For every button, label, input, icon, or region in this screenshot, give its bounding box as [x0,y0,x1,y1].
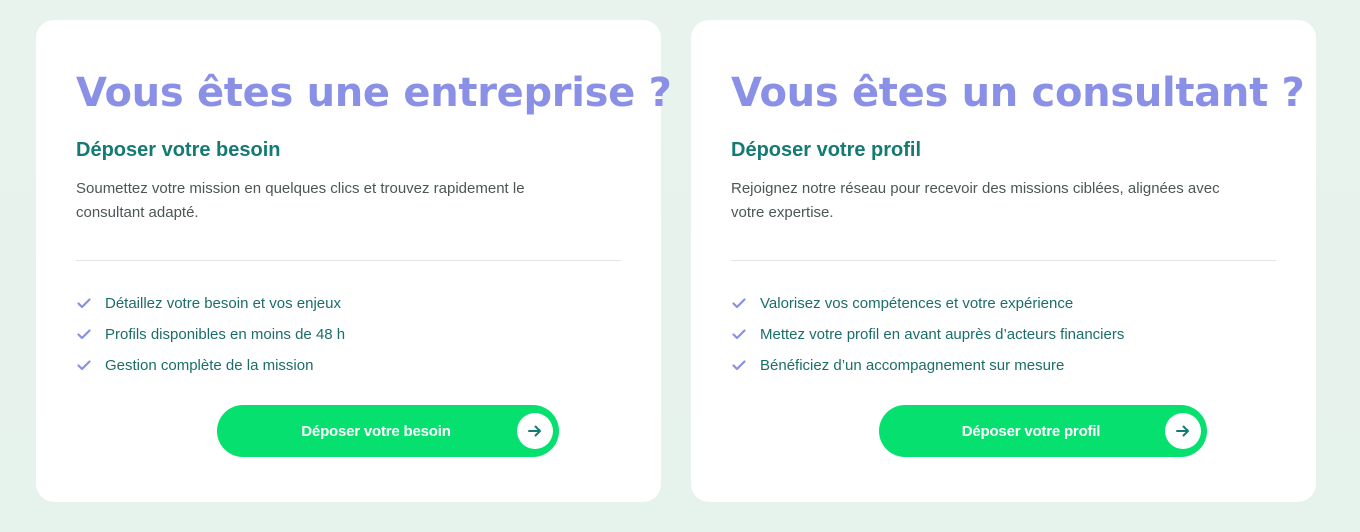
feature-label: Mettez votre profil en avant auprès d’ac… [760,326,1125,343]
submit-profile-button[interactable]: Déposer votre profil [879,405,1207,457]
feature-item: Gestion complète de la mission [76,350,345,381]
check-icon [76,296,91,311]
consultant-card-content: Vous êtes un consultant ? Déposer votre … [731,20,1305,502]
consultant-feature-list: Valorisez vos compétences et votre expér… [731,288,1124,381]
check-icon [76,358,91,373]
company-card-subtitle: Déposer votre besoin [76,139,281,161]
feature-item: Valorisez vos compétences et votre expér… [731,288,1124,319]
feature-item: Profils disponibles en moins de 48 h [76,319,345,350]
arrow-right-icon [517,413,553,449]
feature-label: Bénéficiez d’un accompagnement sur mesur… [760,357,1065,374]
feature-label: Profils disponibles en moins de 48 h [105,326,346,343]
feature-label: Détaillez votre besoin et vos enjeux [105,295,341,312]
consultant-card-description: Rejoignez notre réseau pour recevoir des… [731,180,1220,221]
company-card: Vous êtes une entreprise ? Déposer votre… [36,20,672,502]
submit-need-button[interactable]: Déposer votre besoin [217,405,559,457]
check-icon [76,327,91,342]
feature-item: Mettez votre profil en avant auprès d’ac… [731,319,1124,350]
check-icon [731,296,746,311]
company-card-content: Vous êtes une entreprise ? Déposer votre… [76,20,672,502]
feature-label: Valorisez vos compétences et votre expér… [760,295,1074,312]
feature-label: Gestion complète de la mission [105,357,314,374]
consultant-card-divider [731,260,1276,261]
consultant-card: Vous êtes un consultant ? Déposer votre … [691,20,1316,502]
check-icon [731,358,746,373]
company-card-divider [76,260,621,261]
submit-profile-button-label: Déposer votre profil [961,422,1101,440]
consultant-card-title: Vous êtes un consultant ? [731,70,1305,116]
company-feature-list: Détaillez votre besoin et vos enjeux Pro… [76,288,345,381]
submit-need-button-label: Déposer votre besoin [301,422,451,440]
company-card-description: Soumettez votre mission en quelques clic… [76,180,525,221]
arrow-right-icon [1165,413,1201,449]
check-icon [731,327,746,342]
company-card-title: Vous êtes une entreprise ? [76,70,672,116]
consultant-card-subtitle: Déposer votre profil [731,139,922,161]
feature-item: Détaillez votre besoin et vos enjeux [76,288,345,319]
feature-item: Bénéficiez d’un accompagnement sur mesur… [731,350,1124,381]
